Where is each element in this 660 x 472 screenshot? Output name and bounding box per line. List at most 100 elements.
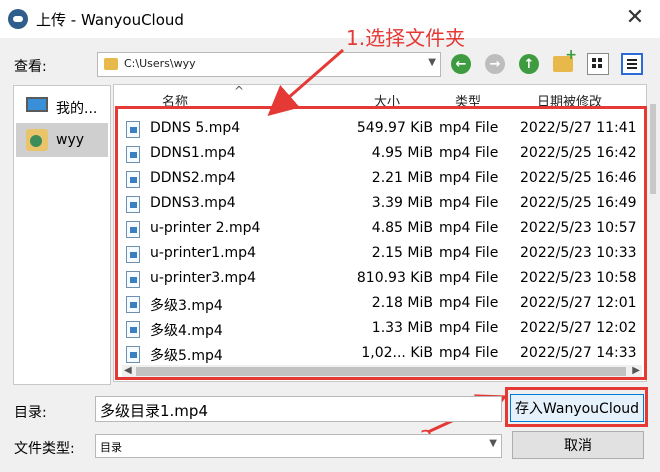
video-file-icon bbox=[126, 171, 140, 188]
file-name: 多级3.mp4 bbox=[150, 298, 223, 314]
save-to-wanyoucloud-button[interactable]: 存入WanyouCloud bbox=[510, 394, 644, 422]
sidebar-item-wyy[interactable]: wyy bbox=[16, 123, 108, 157]
vertical-scrollbar[interactable] bbox=[648, 84, 658, 382]
file-date: 2022/5/25 16:46 bbox=[520, 170, 637, 186]
file-row[interactable]: DDNS3.mp4 3.39 MiB mp4 File 2022/5/25 16… bbox=[114, 192, 646, 217]
title-bar: 上传 - WanyouCloud ✕ bbox=[0, 0, 660, 38]
file-name: u-printer1.mp4 bbox=[150, 245, 256, 261]
sidebar-item-label: wyy bbox=[56, 132, 85, 148]
scrollbar-thumb[interactable] bbox=[136, 367, 626, 376]
file-row[interactable]: 多级4.mp4 1.33 MiB mp4 File 2022/5/27 12:0… bbox=[114, 317, 646, 342]
file-type-select[interactable]: 目录 ▼ bbox=[95, 434, 502, 458]
video-file-icon bbox=[126, 321, 140, 338]
video-file-icon bbox=[126, 246, 140, 263]
sidebar-item-my-computer[interactable]: 我的... bbox=[16, 89, 108, 123]
chevron-down-icon[interactable]: ▼ bbox=[489, 438, 497, 449]
back-icon: ← bbox=[451, 54, 471, 74]
back-button[interactable]: ← bbox=[449, 52, 473, 76]
file-size: 810.93 KiB bbox=[356, 270, 433, 286]
details-view-icon bbox=[621, 53, 643, 75]
scroll-left-icon[interactable]: ◀ bbox=[124, 365, 132, 376]
file-size: 1,02... KiB bbox=[361, 345, 433, 361]
file-size: 4.95 MiB bbox=[371, 145, 433, 161]
file-size: 549.97 KiB bbox=[356, 120, 433, 136]
file-row[interactable]: 多级5.mp4 1,02... KiB mp4 File 2022/5/27 1… bbox=[114, 342, 646, 367]
file-date: 2022/5/25 16:49 bbox=[520, 195, 637, 211]
video-file-icon bbox=[126, 146, 140, 163]
file-type: mp4 File bbox=[439, 245, 499, 261]
forward-icon: → bbox=[485, 54, 505, 74]
file-date: 2022/5/27 14:33 bbox=[520, 345, 637, 361]
file-row[interactable]: DDNS1.mp4 4.95 MiB mp4 File 2022/5/25 16… bbox=[114, 142, 646, 167]
file-name: DDNS2.mp4 bbox=[150, 170, 236, 186]
video-file-icon bbox=[126, 271, 140, 288]
video-file-icon bbox=[126, 121, 140, 138]
new-folder-button[interactable] bbox=[551, 47, 577, 76]
file-date: 2022/5/23 10:58 bbox=[520, 270, 637, 286]
directory-input[interactable]: 多级目录1.mp4 bbox=[95, 396, 502, 422]
scroll-right-icon[interactable]: ▶ bbox=[632, 365, 640, 376]
file-date: 2022/5/25 16:42 bbox=[520, 145, 637, 161]
file-size: 2.15 MiB bbox=[371, 245, 433, 261]
file-type: mp4 File bbox=[439, 270, 499, 286]
lookin-label: 查看: bbox=[14, 59, 47, 75]
scrollbar-thumb[interactable] bbox=[650, 104, 656, 194]
file-row[interactable]: u-printer1.mp4 2.15 MiB mp4 File 2022/5/… bbox=[114, 242, 646, 267]
column-header-date[interactable]: 日期被修改 bbox=[537, 91, 602, 110]
file-date: 2022/5/27 12:02 bbox=[520, 320, 637, 336]
annotation-step1-label: 1.选择文件夹 bbox=[346, 26, 466, 50]
wanyoucloud-app-icon bbox=[8, 9, 28, 29]
list-view-button[interactable] bbox=[586, 52, 610, 76]
file-name: 多级4.mp4 bbox=[150, 323, 223, 339]
file-row[interactable]: 多级3.mp4 2.18 MiB mp4 File 2022/5/27 12:0… bbox=[114, 292, 646, 317]
file-size: 1.33 MiB bbox=[371, 320, 433, 336]
file-type: mp4 File bbox=[439, 220, 499, 236]
up-folder-button[interactable]: ↑ bbox=[517, 52, 541, 76]
details-view-button[interactable] bbox=[620, 52, 644, 76]
column-header-name[interactable]: 名称 bbox=[162, 91, 188, 110]
file-name: DDNS3.mp4 bbox=[150, 195, 236, 211]
file-name: 多级5.mp4 bbox=[150, 348, 223, 364]
file-date: 2022/5/23 10:33 bbox=[520, 245, 637, 261]
chevron-down-icon[interactable]: ▼ bbox=[428, 57, 436, 68]
file-size: 4.85 MiB bbox=[371, 220, 433, 236]
file-type: mp4 File bbox=[439, 295, 499, 311]
window-title: 上传 - WanyouCloud bbox=[36, 11, 184, 29]
file-name: u-printer 2.mp4 bbox=[150, 220, 261, 236]
file-row[interactable]: DDNS 5.mp4 549.97 KiB mp4 File 2022/5/27… bbox=[114, 117, 646, 142]
up-folder-icon: ↑ bbox=[519, 54, 539, 74]
column-header-size[interactable]: 大小 bbox=[374, 91, 400, 110]
file-type: mp4 File bbox=[439, 345, 499, 361]
file-date: 2022/5/27 11:41 bbox=[520, 120, 637, 136]
user-folder-icon bbox=[26, 129, 48, 151]
lookin-path-text: C:\Users\wyy bbox=[124, 57, 196, 70]
file-date: 2022/5/27 12:01 bbox=[520, 295, 637, 311]
video-file-icon bbox=[126, 221, 140, 238]
file-type: mp4 File bbox=[439, 120, 499, 136]
file-type-label: 文件类型: bbox=[14, 441, 75, 457]
file-row[interactable]: u-printer3.mp4 810.93 KiB mp4 File 2022/… bbox=[114, 267, 646, 292]
file-type: mp4 File bbox=[439, 195, 499, 211]
file-date: 2022/5/23 10:57 bbox=[520, 220, 637, 236]
sidebar-item-label: 我的... bbox=[56, 101, 98, 117]
horizontal-scrollbar[interactable]: ◀ ▶ bbox=[122, 365, 642, 378]
close-button[interactable]: ✕ bbox=[622, 6, 648, 32]
file-type: mp4 File bbox=[439, 170, 499, 186]
file-size: 2.21 MiB bbox=[371, 170, 433, 186]
folder-icon bbox=[104, 58, 118, 70]
file-name: DDNS 5.mp4 bbox=[150, 120, 241, 136]
directory-label: 目录: bbox=[14, 405, 47, 421]
sort-ascending-icon: ^ bbox=[234, 84, 245, 98]
forward-button[interactable]: → bbox=[483, 52, 507, 76]
file-row[interactable]: DDNS2.mp4 2.21 MiB mp4 File 2022/5/25 16… bbox=[114, 167, 646, 192]
cancel-button[interactable]: 取消 bbox=[512, 431, 644, 459]
column-header-type[interactable]: 类型 bbox=[455, 91, 481, 110]
file-type: mp4 File bbox=[439, 145, 499, 161]
video-file-icon bbox=[126, 196, 140, 213]
file-list[interactable]: 名称 ^ 大小 类型 日期被修改 DDNS 5.mp4 549.97 KiB m… bbox=[113, 84, 647, 382]
lookin-path-combo[interactable]: C:\Users\wyy ▼ bbox=[97, 52, 441, 77]
file-row[interactable]: u-printer 2.mp4 4.85 MiB mp4 File 2022/5… bbox=[114, 217, 646, 242]
video-file-icon bbox=[126, 346, 140, 363]
computer-icon bbox=[26, 97, 48, 112]
file-type-value: 目录 bbox=[100, 441, 122, 454]
